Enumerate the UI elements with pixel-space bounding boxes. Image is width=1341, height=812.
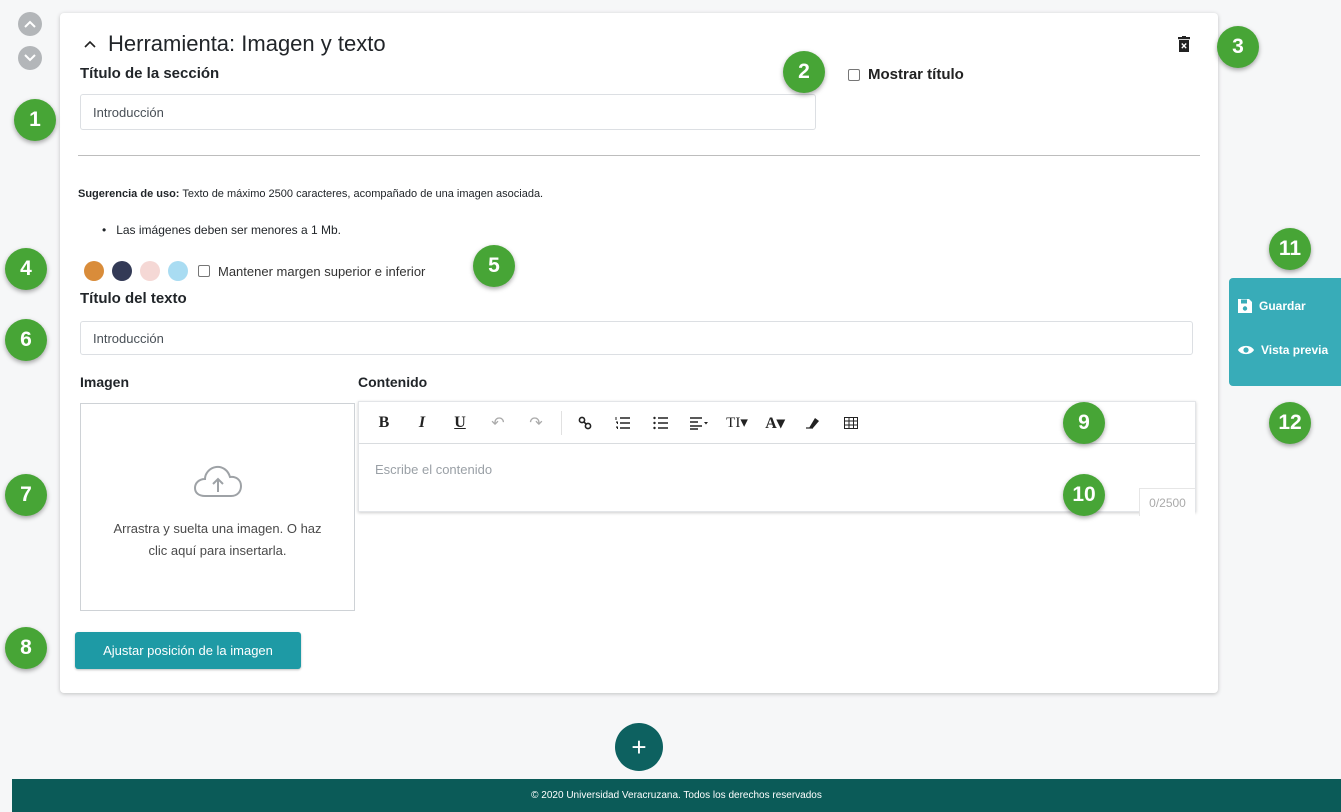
underline-button[interactable]: U [445,408,475,438]
footer: © 2020 Universidad Veracruzana. Todos lo… [12,779,1341,812]
swatch-orange[interactable] [84,261,104,281]
image-dropzone[interactable]: Arrastra y suelta una imagen. O haz clic… [80,403,355,611]
text-size-dropdown[interactable]: TI▾ [722,408,752,438]
delete-button[interactable] [1178,36,1190,57]
eye-icon [1238,345,1254,355]
chevron-down-icon [24,54,36,62]
ordered-list-icon [615,416,630,429]
toolbar-separator [561,410,562,435]
ordered-list-button[interactable] [608,408,638,438]
align-dropdown[interactable] [684,408,714,438]
add-tool-button[interactable]: + [615,723,663,771]
swatch-lightblue[interactable] [168,261,188,281]
unordered-list-button[interactable] [646,408,676,438]
eraser-icon [806,417,819,429]
text-title-input[interactable]: Introducción [80,321,1193,355]
usage-hint: Sugerencia de uso: Texto de máximo 2500 … [78,188,543,200]
adjust-image-position-button[interactable]: Ajustar posición de la imagen [75,632,301,669]
table-icon [844,416,858,429]
callout-badge-3: 3 [1217,26,1259,68]
image-size-note-text: Las imágenes deben ser menores a 1 Mb. [116,223,341,237]
swatch-pink[interactable] [140,261,160,281]
section-title-label: Título de la sección [80,65,220,82]
color-swatches: Mantener margen superior e inferior [84,261,425,281]
swatch-navy[interactable] [112,261,132,281]
margin-label: Mantener margen superior e inferior [218,263,426,279]
image-size-note: • Las imágenes deben ser menores a 1 Mb. [102,223,341,237]
redo-button[interactable]: ↷ [521,408,551,438]
table-button[interactable] [836,408,866,438]
save-icon [1238,299,1252,313]
tool-card: Herramienta: Imagen y texto Título de la… [60,13,1218,693]
callout-badge-8: 8 [5,627,47,669]
font-color-dropdown[interactable]: A▾ [760,408,790,438]
save-label: Guardar [1259,299,1306,313]
preview-button[interactable]: Vista previa [1237,343,1328,357]
unordered-list-icon [653,416,668,429]
side-action-panel: Guardar Vista previa [1229,278,1341,386]
link-button[interactable] [570,408,600,438]
text-title-label: Título del texto [80,290,187,307]
usage-hint-text: Texto de máximo 2500 caracteres, acompañ… [179,188,544,200]
show-title-label: Mostrar título [868,66,964,83]
eraser-button[interactable] [798,408,828,438]
margin-checkbox[interactable] [198,265,210,277]
link-icon [578,416,592,429]
callout-badge-6: 6 [5,319,47,361]
align-icon [690,416,708,430]
show-title-checkbox[interactable] [848,68,860,81]
divider [78,155,1200,156]
show-title-option[interactable]: Mostrar título [848,66,964,83]
callout-badge-5: 5 [473,245,515,287]
italic-button[interactable]: I [407,408,437,438]
callout-badge-12: 12 [1269,402,1311,444]
undo-button[interactable]: ↶ [483,408,513,438]
callout-badge-9: 9 [1063,402,1105,444]
dropzone-text: Arrastra y suelta una imagen. O haz clic… [113,521,322,558]
callout-badge-4: 4 [5,248,47,290]
save-button[interactable]: Guardar [1237,298,1306,314]
bold-button[interactable]: B [369,408,399,438]
image-label: Imagen [80,374,130,390]
character-counter: 0/2500 [1139,488,1195,516]
callout-badge-7: 7 [5,474,47,516]
editor-placeholder: Escribe el contenido [375,462,493,477]
move-down-button[interactable] [18,46,42,70]
callout-badge-10: 10 [1063,474,1105,516]
callout-badge-2: 2 [783,51,825,93]
move-up-button[interactable] [18,12,42,36]
content-label: Contenido [358,374,428,390]
tool-title: Herramienta: Imagen y texto [108,31,386,56]
tool-header[interactable]: Herramienta: Imagen y texto [84,31,386,57]
callout-badge-1: 1 [14,99,56,141]
trash-icon [1178,36,1190,52]
callout-badge-11: 11 [1269,228,1311,270]
usage-hint-title: Sugerencia de uso: [78,188,180,200]
chevron-up-icon [24,20,36,28]
collapse-chevron-icon[interactable] [84,40,96,48]
preview-label: Vista previa [1261,343,1329,357]
section-title-input[interactable]: Introducción [80,94,816,130]
cloud-upload-icon [193,465,242,497]
